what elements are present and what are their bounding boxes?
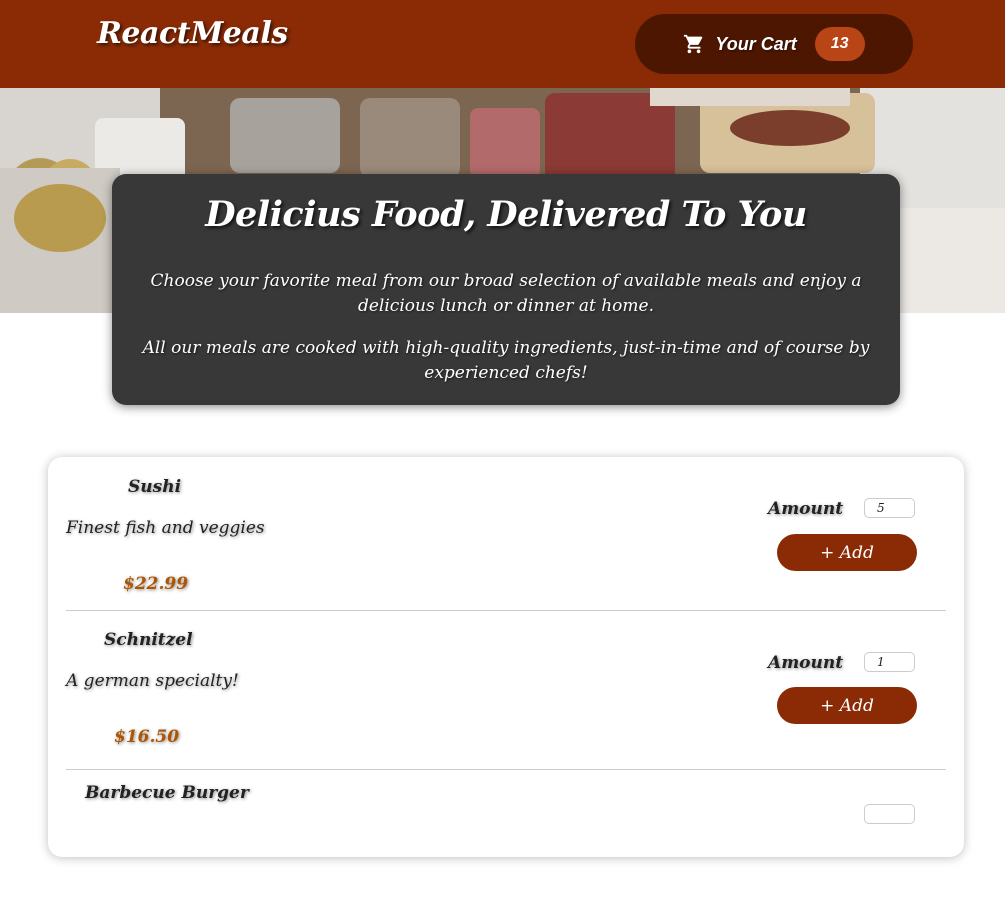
meal-name: Sushi [128,477,182,497]
meal-name: Schnitzel [104,630,193,650]
cart-label: Your Cart [715,33,797,54]
meal-name: Barbecue Burger [85,783,249,803]
meals-summary: Delicius Food, Delivered To You Choose y… [112,174,900,405]
amount-input[interactable] [864,804,915,824]
meal-price: $22.99 [123,574,189,594]
amount-label: Amount [768,653,844,673]
meal-item-schnitzel: Schnitzel A german specialty! $16.50 Amo… [66,616,946,770]
meal-description: Finest fish and veggies [66,518,265,538]
meal-description: A german specialty! [66,671,239,691]
amount-input[interactable] [864,498,915,518]
summary-title: Delicius Food, Delivered To You [205,194,807,235]
cart-button[interactable]: Your Cart 13 [635,14,913,74]
meal-item-barbecue-burger: Barbecue Burger [66,769,946,922]
cart-count-badge: 13 [814,27,865,61]
app-header: ReactMeals Your Cart 13 [0,0,1005,88]
summary-paragraph: All our meals are cooked with high-quali… [142,338,870,383]
app-logo: ReactMeals [97,16,288,51]
available-meals-card: Sushi Finest fish and veggies $22.99 Amo… [48,457,964,857]
meal-price: $16.50 [114,727,180,747]
add-to-cart-button[interactable]: + Add [777,687,917,724]
amount-label: Amount [768,499,844,519]
summary-paragraph: Choose your favorite meal from our broad… [150,271,862,316]
add-to-cart-button[interactable]: + Add [777,534,917,571]
amount-input[interactable] [864,652,915,672]
meal-item-sushi: Sushi Finest fish and veggies $22.99 Amo… [66,457,946,611]
shopping-cart-icon [683,33,705,55]
